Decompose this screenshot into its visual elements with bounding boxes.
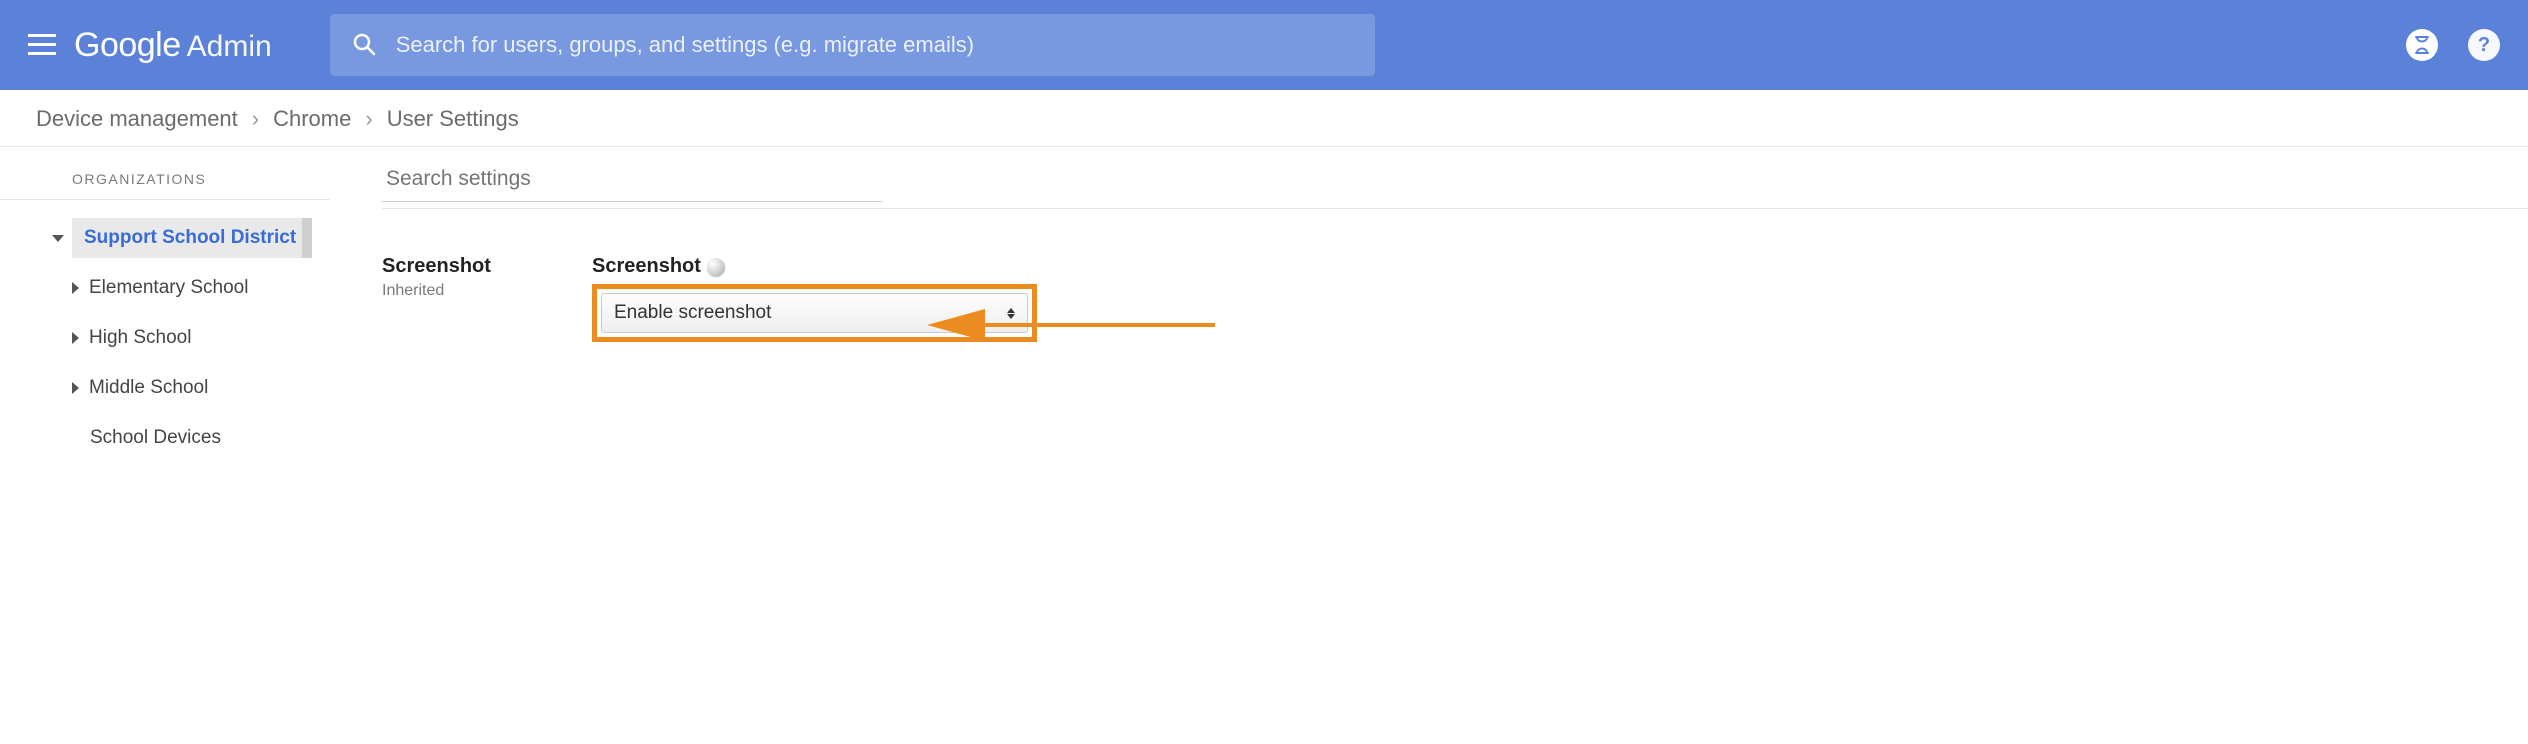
org-tree: Support School District Elementary Schoo… bbox=[0, 200, 330, 458]
setting-row-screenshot: Screenshot Inherited Screenshot Enable s… bbox=[382, 209, 2528, 342]
org-item[interactable]: Elementary School bbox=[0, 268, 330, 308]
org-item-label: Middle School bbox=[89, 377, 208, 399]
search-icon bbox=[352, 32, 376, 59]
dropdown-value: Enable screenshot bbox=[614, 302, 771, 324]
chevron-down-icon[interactable] bbox=[52, 235, 64, 242]
content: Screenshot Inherited Screenshot Enable s… bbox=[330, 147, 2528, 458]
hourglass-icon[interactable] bbox=[2406, 29, 2438, 61]
logo-admin: Admin bbox=[187, 30, 272, 64]
org-item-label: School Devices bbox=[90, 427, 221, 449]
setting-left: Screenshot Inherited bbox=[382, 255, 592, 342]
header-search[interactable] bbox=[330, 14, 1375, 76]
logo[interactable]: Google Admin bbox=[74, 26, 272, 65]
dropdown-caret-icon bbox=[1007, 308, 1015, 319]
breadcrumb-item[interactable]: Chrome bbox=[273, 106, 351, 132]
setting-label-row: Screenshot bbox=[592, 255, 1037, 278]
chevron-right-icon[interactable] bbox=[72, 382, 79, 394]
header-search-input[interactable] bbox=[396, 32, 1353, 58]
main: ORGANIZATIONS Support School District El… bbox=[0, 147, 2528, 458]
breadcrumb: Device management › Chrome › User Settin… bbox=[0, 90, 2528, 147]
header-icons: ? bbox=[2406, 29, 2500, 61]
annotation-highlight: Enable screenshot bbox=[592, 284, 1037, 342]
org-item-label: Elementary School bbox=[89, 277, 248, 299]
lightbulb-icon[interactable] bbox=[707, 258, 725, 276]
org-item-label: High School bbox=[89, 327, 191, 349]
org-item[interactable]: Middle School bbox=[0, 368, 330, 408]
chevron-right-icon: › bbox=[252, 106, 259, 132]
setting-inheritance: Inherited bbox=[382, 282, 592, 300]
sidebar: ORGANIZATIONS Support School District El… bbox=[0, 147, 330, 458]
setting-right: Screenshot Enable screenshot bbox=[592, 255, 1037, 342]
menu-icon[interactable] bbox=[28, 34, 56, 56]
settings-search-input[interactable] bbox=[382, 157, 882, 202]
chevron-right-icon[interactable] bbox=[72, 332, 79, 344]
org-root-row[interactable]: Support School District bbox=[0, 218, 330, 258]
setting-label: Screenshot bbox=[592, 255, 701, 278]
chevron-right-icon: › bbox=[365, 106, 372, 132]
org-root-label[interactable]: Support School District bbox=[72, 218, 312, 258]
app-header: Google Admin ? bbox=[0, 0, 2528, 90]
sidebar-header: ORGANIZATIONS bbox=[0, 165, 330, 200]
org-item[interactable]: High School bbox=[0, 318, 330, 358]
help-icon[interactable]: ? bbox=[2468, 29, 2500, 61]
chevron-right-icon[interactable] bbox=[72, 282, 79, 294]
setting-title: Screenshot bbox=[382, 255, 592, 278]
logo-google: Google bbox=[74, 26, 181, 65]
breadcrumb-item[interactable]: User Settings bbox=[387, 106, 519, 132]
org-item[interactable]: School Devices bbox=[0, 418, 330, 458]
breadcrumb-item[interactable]: Device management bbox=[36, 106, 238, 132]
